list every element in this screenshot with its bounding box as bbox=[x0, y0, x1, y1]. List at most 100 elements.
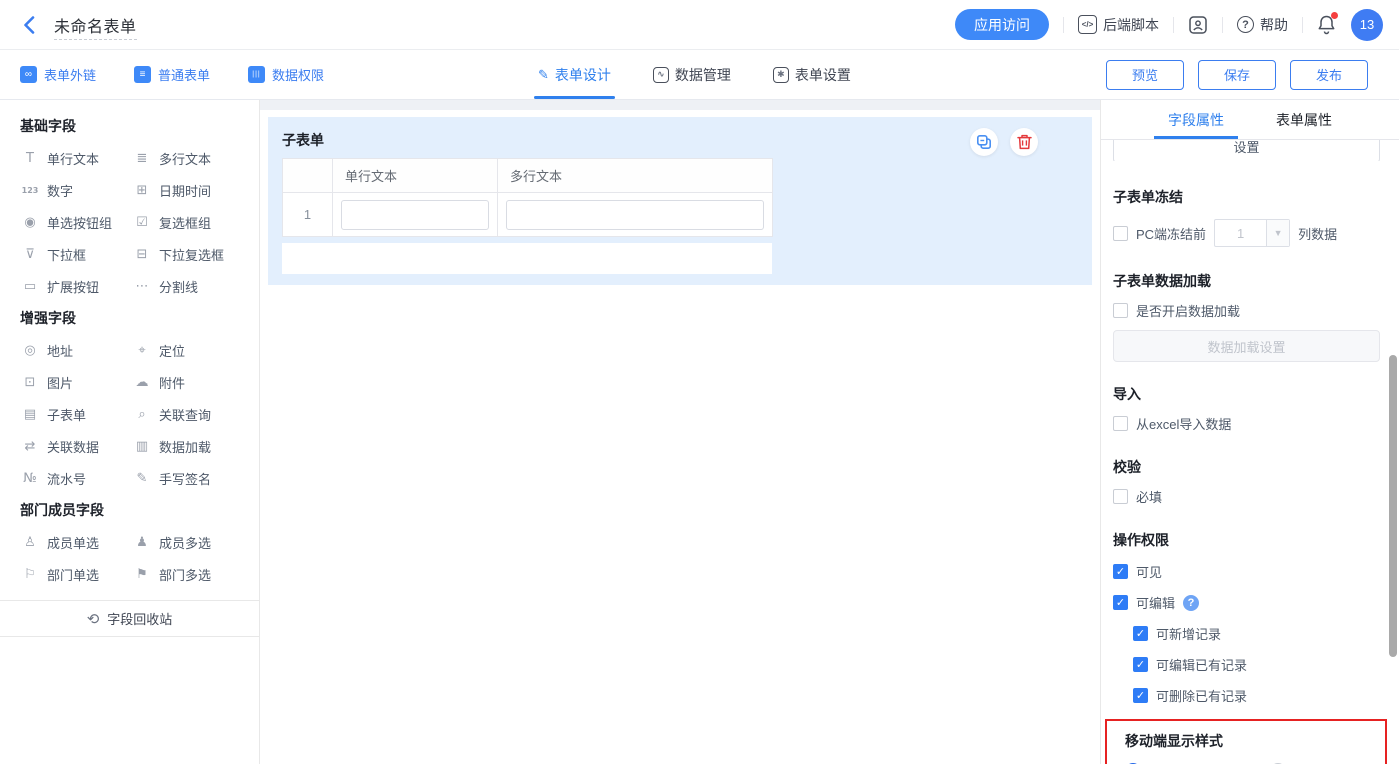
editable-checkbox[interactable] bbox=[1113, 595, 1128, 610]
palette-item-address[interactable]: ◎ 地址 bbox=[20, 334, 132, 366]
palette-item-signature[interactable]: ✎ 手写签名 bbox=[132, 462, 244, 494]
number-icon: 123 bbox=[21, 185, 39, 195]
properties-panel: 字段属性 表单属性 设置 子表单冻结 PC端冻结前 1 ▼ 列数据 子表单数据加… bbox=[1100, 100, 1399, 764]
people-icon: ♟ bbox=[136, 534, 148, 550]
palette-item-image[interactable]: ⊡ 图片 bbox=[20, 366, 132, 398]
contacts-button[interactable] bbox=[1188, 15, 1208, 35]
radio-icon: ◉ bbox=[24, 214, 36, 230]
help-button[interactable]: ? 帮助 bbox=[1237, 15, 1288, 35]
save-button[interactable]: 保存 bbox=[1198, 59, 1276, 90]
backend-script-label: 后端脚本 bbox=[1103, 16, 1159, 33]
attachment-icon: ☁ bbox=[135, 374, 149, 390]
editable-help-icon[interactable]: ? bbox=[1183, 594, 1200, 611]
palette-item-subform[interactable]: ▤ 子表单 bbox=[20, 398, 132, 430]
back-button[interactable] bbox=[16, 12, 42, 38]
help-label: 帮助 bbox=[1260, 16, 1288, 33]
palette-item-attachment[interactable]: ☁ 附件 bbox=[132, 366, 244, 398]
dataload-settings-button[interactable]: 数据加载设置 bbox=[1113, 330, 1380, 362]
user-avatar[interactable]: 13 bbox=[1351, 8, 1383, 41]
field-recycle-bin-button[interactable]: ⟲ 字段回收站 bbox=[0, 600, 259, 637]
single-line-text-input[interactable] bbox=[341, 199, 489, 230]
tab-form-properties[interactable]: 表单属性 bbox=[1276, 100, 1332, 139]
can-delete-record-checkbox[interactable] bbox=[1133, 688, 1148, 703]
text-icon: T bbox=[26, 150, 34, 166]
notification-bell-button[interactable] bbox=[1317, 11, 1338, 36]
pc-freeze-checkbox[interactable] bbox=[1113, 225, 1128, 241]
form-settings-icon: ✱ bbox=[772, 66, 789, 83]
required-checkbox[interactable] bbox=[1113, 489, 1128, 504]
form-title[interactable]: 未命名表单 bbox=[54, 18, 137, 40]
palette-item-serial-number[interactable]: № 流水号 bbox=[20, 462, 132, 494]
freeze-suffix-label: 列数据 bbox=[1298, 226, 1338, 242]
section-mobile-style: 移动端显示样式 bbox=[1125, 733, 1223, 749]
can-edit-record-label: 可编辑已有记录 bbox=[1156, 658, 1248, 673]
bars-icon: ||| bbox=[248, 66, 266, 83]
section-import: 导入 bbox=[1113, 386, 1141, 402]
palette-item-label: 成员单选 bbox=[47, 535, 100, 551]
recycle-label: 字段回收站 bbox=[107, 612, 173, 627]
section-validation: 校验 bbox=[1113, 459, 1141, 475]
palette-item-extend-button[interactable]: ▭ 扩展按钮 bbox=[20, 270, 132, 302]
code-icon: </> bbox=[1078, 15, 1097, 34]
backend-script-button[interactable]: </> 后端脚本 bbox=[1078, 15, 1159, 35]
field-palette-sidebar: 基础字段 T 单行文本 ≣ 多行文本 123 数字 ⊞ 日期时间 ◉ 单选按钮组 ☑ 复选框… bbox=[0, 100, 260, 764]
chevron-down-icon: ▼ bbox=[1266, 220, 1290, 246]
tab-form-design[interactable]: ✎ 表单设计 bbox=[534, 50, 615, 99]
enable-dataload-label: 是否开启数据加载 bbox=[1136, 304, 1241, 319]
textarea-icon: ≣ bbox=[136, 150, 148, 166]
palette-item-member-multi[interactable]: ♟ 成员多选 bbox=[132, 526, 244, 558]
person-icon: ♙ bbox=[24, 534, 36, 550]
publish-button[interactable]: 发布 bbox=[1290, 59, 1368, 90]
subform-footer-strip bbox=[282, 243, 772, 274]
copy-field-button[interactable] bbox=[970, 128, 998, 156]
form-design-icon: ✎ bbox=[538, 66, 549, 82]
column-header-single-line: 单行文本 bbox=[332, 158, 498, 193]
can-add-record-checkbox[interactable] bbox=[1133, 626, 1148, 641]
palette-item-checkbox-group[interactable]: ☑ 复选框组 bbox=[132, 206, 244, 238]
palette-item-label: 附件 bbox=[159, 375, 186, 391]
palette-item-label: 数字 bbox=[47, 183, 74, 199]
palette-item-label: 手写签名 bbox=[159, 471, 212, 487]
palette-item-single-line-text[interactable]: T 单行文本 bbox=[20, 142, 132, 174]
normal-form-button[interactable]: ≡ 普通表单 bbox=[134, 65, 210, 84]
palette-item-location[interactable]: ⌖ 定位 bbox=[132, 334, 244, 366]
palette-item-related-data[interactable]: ⇄ 关联数据 bbox=[20, 430, 132, 462]
divider bbox=[1063, 16, 1064, 33]
form-toolbar: ∞ 表单外链 ≡ 普通表单 ||| 数据权限 ✎ 表单设计 ∿ 数据管理 ✱ 表… bbox=[0, 50, 1399, 100]
data-permission-button[interactable]: ||| 数据权限 bbox=[248, 65, 324, 84]
app-access-button[interactable]: 应用访问 bbox=[955, 9, 1049, 40]
palette-item-number[interactable]: 123 数字 bbox=[20, 174, 132, 206]
freeze-column-select[interactable]: 1 ▼ bbox=[1214, 219, 1291, 247]
can-edit-record-checkbox[interactable] bbox=[1133, 657, 1148, 672]
image-icon: ⊡ bbox=[24, 374, 36, 390]
tab-data-management[interactable]: ∿ 数据管理 bbox=[652, 50, 731, 99]
palette-item-department-multi[interactable]: ⚑ 部门多选 bbox=[132, 558, 244, 590]
subform-field-selected[interactable]: 子表单 单行文本 多行文本 1 bbox=[268, 117, 1092, 285]
palette-item-label: 关联查询 bbox=[159, 407, 212, 423]
vertical-scrollbar-thumb[interactable] bbox=[1389, 355, 1397, 657]
palette-item-radio-group[interactable]: ◉ 单选按钮组 bbox=[20, 206, 132, 238]
enable-dataload-checkbox[interactable] bbox=[1113, 303, 1128, 318]
preview-button[interactable]: 预览 bbox=[1106, 59, 1184, 90]
palette-item-data-load[interactable]: ▥ 数据加载 bbox=[132, 430, 244, 462]
visible-checkbox[interactable] bbox=[1113, 564, 1128, 579]
palette-item-select[interactable]: ⊽ 下拉框 bbox=[20, 238, 132, 270]
delete-field-button[interactable] bbox=[1010, 128, 1038, 156]
palette-item-multi-line-text[interactable]: ≣ 多行文本 bbox=[132, 142, 244, 174]
palette-item-member-single[interactable]: ♙ 成员单选 bbox=[20, 526, 132, 558]
settings-button[interactable]: 设置 bbox=[1113, 140, 1380, 161]
tab-field-properties[interactable]: 字段属性 bbox=[1154, 100, 1238, 139]
tab-form-settings[interactable]: ✱ 表单设置 bbox=[772, 50, 851, 99]
multi-line-text-input[interactable] bbox=[506, 199, 764, 230]
table-row: 1 bbox=[282, 192, 773, 237]
palette-item-department-single[interactable]: ⚐ 部门单选 bbox=[20, 558, 132, 590]
palette-item-related-query[interactable]: ⌕ 关联查询 bbox=[132, 398, 244, 430]
excel-import-checkbox[interactable] bbox=[1113, 416, 1128, 431]
form-external-link-button[interactable]: ∞ 表单外链 bbox=[20, 65, 96, 84]
palette-item-label: 成员多选 bbox=[159, 535, 212, 551]
palette-item-datetime[interactable]: ⊞ 日期时间 bbox=[132, 174, 244, 206]
address-icon: ◎ bbox=[24, 342, 36, 358]
palette-item-multi-select[interactable]: ⊟ 下拉复选框 bbox=[132, 238, 244, 270]
palette-item-divider[interactable]: ⋯ 分割线 bbox=[132, 270, 244, 302]
form-design-canvas[interactable]: 子表单 单行文本 多行文本 1 bbox=[260, 100, 1100, 764]
